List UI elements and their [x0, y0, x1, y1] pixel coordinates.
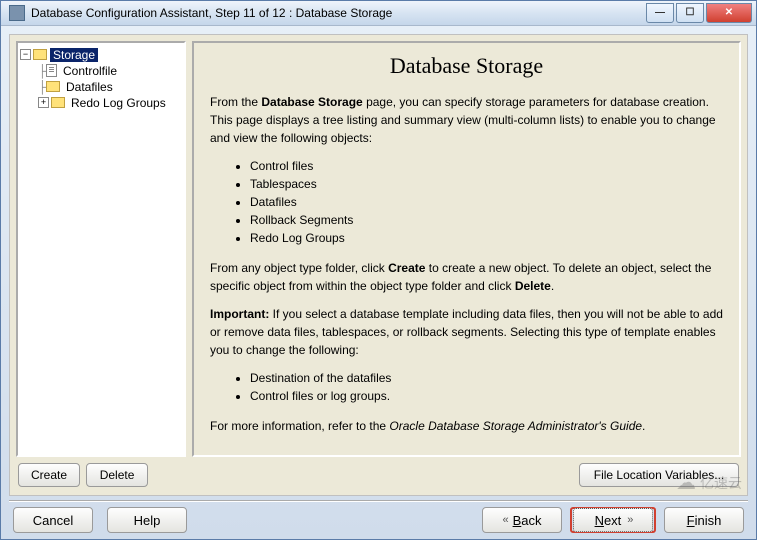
reference-paragraph: For more information, refer to the Oracl… [210, 417, 723, 435]
titlebar: Database Configuration Assistant, Step 1… [1, 1, 756, 26]
create-delete-paragraph: From any object type folder, click Creat… [210, 259, 723, 295]
window-controls: — ☐ ✕ [646, 3, 752, 23]
help-button[interactable]: Help [107, 507, 187, 533]
cancel-button[interactable]: Cancel [13, 507, 93, 533]
file-icon [46, 64, 57, 77]
create-button[interactable]: Create [18, 463, 80, 487]
list-item: Datafiles [250, 193, 723, 211]
main-split: − Storage ├ Controlfile ├ Datafiles + [16, 41, 741, 457]
close-button[interactable]: ✕ [706, 3, 752, 23]
minimize-button[interactable]: — [646, 3, 674, 23]
tree-line-icon: ├ [38, 80, 46, 94]
finish-button[interactable]: Finish [664, 507, 744, 533]
tree-label-controlfile: Controlfile [60, 64, 120, 78]
list-item: Control files or log groups. [250, 387, 723, 405]
content-area: − Storage ├ Controlfile ├ Datafiles + [9, 34, 748, 496]
intro-paragraph: From the Database Storage page, you can … [210, 93, 723, 147]
file-location-button[interactable]: File Location Variables... [579, 463, 739, 487]
tree-line-icon: ├ [38, 64, 46, 78]
tree-node-redolog[interactable]: + Redo Log Groups [20, 95, 182, 111]
detail-panel: Database Storage From the Database Stora… [192, 41, 741, 457]
tree-label-datafiles: Datafiles [63, 80, 116, 94]
expand-icon[interactable]: + [38, 97, 49, 108]
delete-button[interactable]: Delete [86, 463, 148, 487]
folder-icon [33, 49, 47, 60]
tree-label-storage: Storage [50, 48, 98, 62]
storage-tree[interactable]: − Storage ├ Controlfile ├ Datafiles + [16, 41, 186, 457]
chevron-left-icon: « [502, 514, 506, 526]
back-button[interactable]: « Back [482, 507, 562, 533]
chevron-right-icon: » [627, 514, 631, 526]
list-item: Control files [250, 157, 723, 175]
window-title: Database Configuration Assistant, Step 1… [31, 6, 646, 20]
list-item: Redo Log Groups [250, 229, 723, 247]
footer: Cancel Help « Back Next » Finish [1, 502, 756, 539]
list-item: Rollback Segments [250, 211, 723, 229]
folder-icon [51, 97, 65, 108]
list-item: Destination of the datafiles [250, 369, 723, 387]
tree-node-storage[interactable]: − Storage [20, 47, 182, 63]
maximize-button[interactable]: ☐ [676, 3, 704, 23]
mid-button-row: Create Delete File Location Variables... [16, 457, 741, 489]
next-button[interactable]: Next » [570, 507, 656, 533]
guide-reference: Oracle Database Storage Administrator's … [389, 419, 642, 433]
tree-label-redolog: Redo Log Groups [68, 96, 169, 110]
list-item: Tablespaces [250, 175, 723, 193]
template-list: Destination of the datafiles Control fil… [250, 369, 723, 405]
dialog-window: Database Configuration Assistant, Step 1… [0, 0, 757, 540]
object-list: Control files Tablespaces Datafiles Roll… [250, 157, 723, 247]
tree-node-datafiles[interactable]: ├ Datafiles [20, 79, 182, 95]
tree-node-controlfile[interactable]: ├ Controlfile [20, 63, 182, 79]
important-paragraph: Important: If you select a database temp… [210, 305, 723, 359]
app-icon [9, 5, 25, 21]
page-heading: Database Storage [210, 53, 723, 79]
folder-icon [46, 81, 60, 92]
collapse-icon[interactable]: − [20, 49, 31, 60]
